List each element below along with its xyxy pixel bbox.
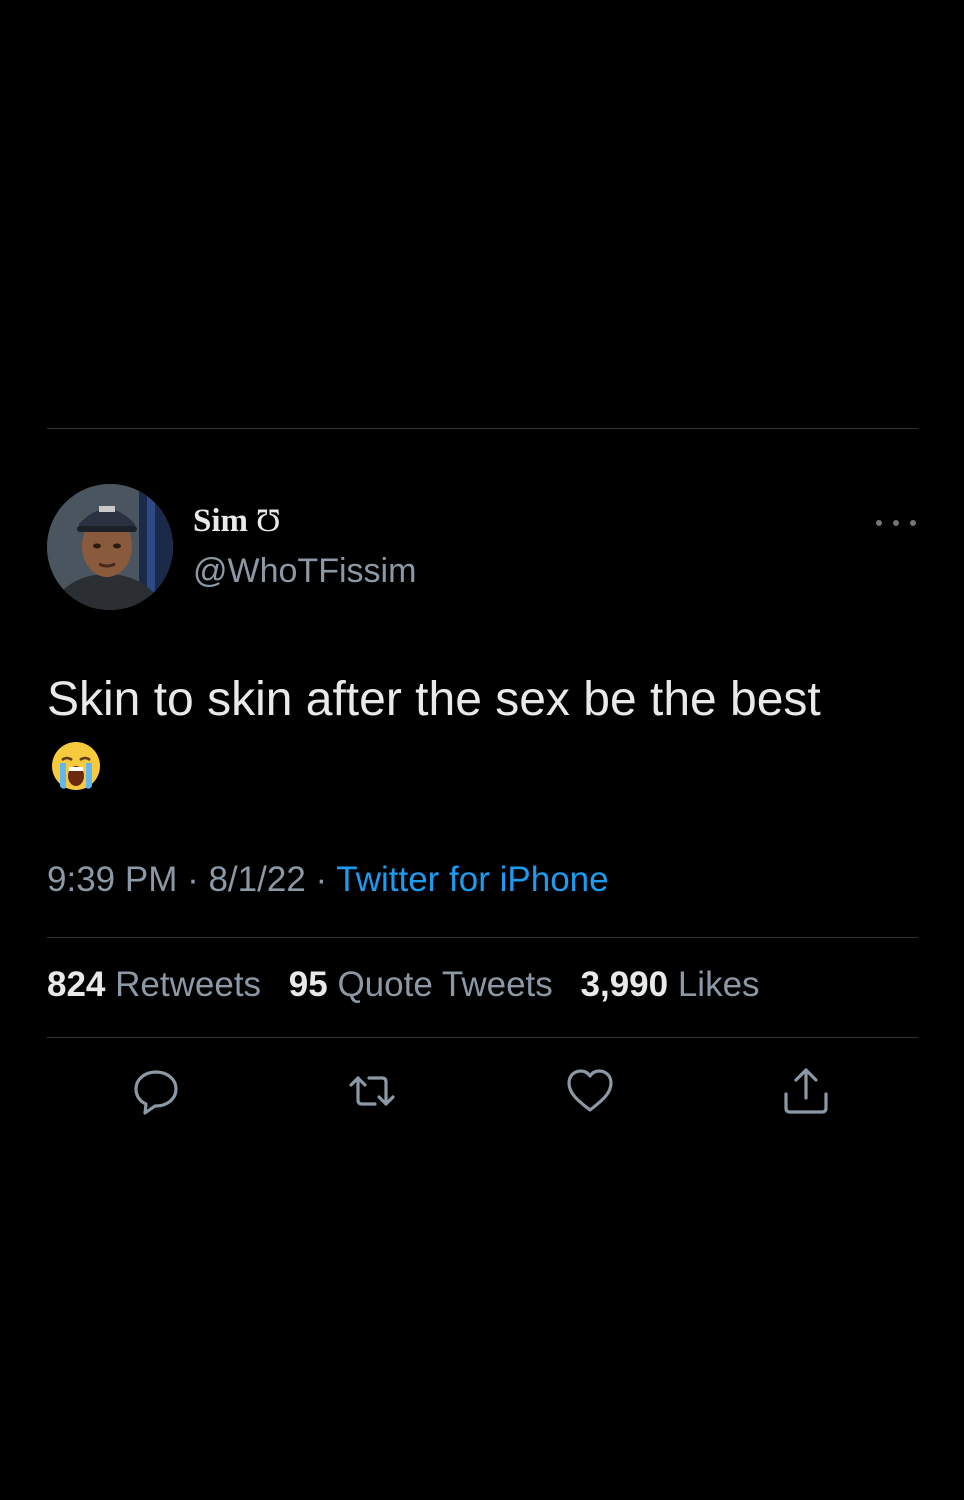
tweet-stats: 824 Retweets 95 Quote Tweets 3,990 Likes [47, 965, 778, 1005]
reply-icon[interactable] [131, 1066, 181, 1116]
likes-stat[interactable]: 3,990 Likes [581, 965, 760, 1004]
tweet-time[interactable]: 9:39 PM [47, 860, 177, 899]
display-name-text: Sim [193, 503, 249, 539]
retweets-label: Retweets [115, 965, 262, 1004]
display-name[interactable]: Sim Ʊ [193, 503, 281, 540]
display-name-symbol: Ʊ [256, 503, 281, 539]
like-icon[interactable] [565, 1066, 615, 1116]
user-handle[interactable]: @WhoTFissim [193, 552, 416, 591]
meta-separator: · [305, 860, 337, 899]
share-icon[interactable] [781, 1066, 831, 1116]
more-options-icon[interactable] [876, 508, 916, 538]
tweet-timestamp: 9:39 PM · 8/1/22 · Twitter for iPhone [47, 860, 609, 900]
quote-tweets-stat[interactable]: 95 Quote Tweets [289, 965, 553, 1004]
tweet-date[interactable]: 8/1/22 [208, 860, 305, 899]
avatar[interactable] [47, 484, 173, 610]
meta-separator: · [177, 860, 209, 899]
retweets-stat[interactable]: 824 Retweets [47, 965, 261, 1004]
top-divider [47, 428, 918, 429]
stats-top-divider [47, 937, 918, 938]
loudly-crying-face-icon [50, 740, 102, 792]
quote-tweets-label: Quote Tweets [337, 965, 553, 1004]
likes-count: 3,990 [580, 965, 669, 1004]
retweets-count: 824 [47, 965, 106, 1004]
likes-label: Likes [677, 965, 760, 1004]
stats-bottom-divider [47, 1037, 918, 1038]
tweet-text: Skin to skin after the sex be the best [47, 673, 821, 726]
retweet-icon[interactable] [347, 1066, 397, 1116]
quote-tweets-count: 95 [288, 965, 328, 1004]
tweet-source-link[interactable]: Twitter for iPhone [336, 860, 608, 899]
